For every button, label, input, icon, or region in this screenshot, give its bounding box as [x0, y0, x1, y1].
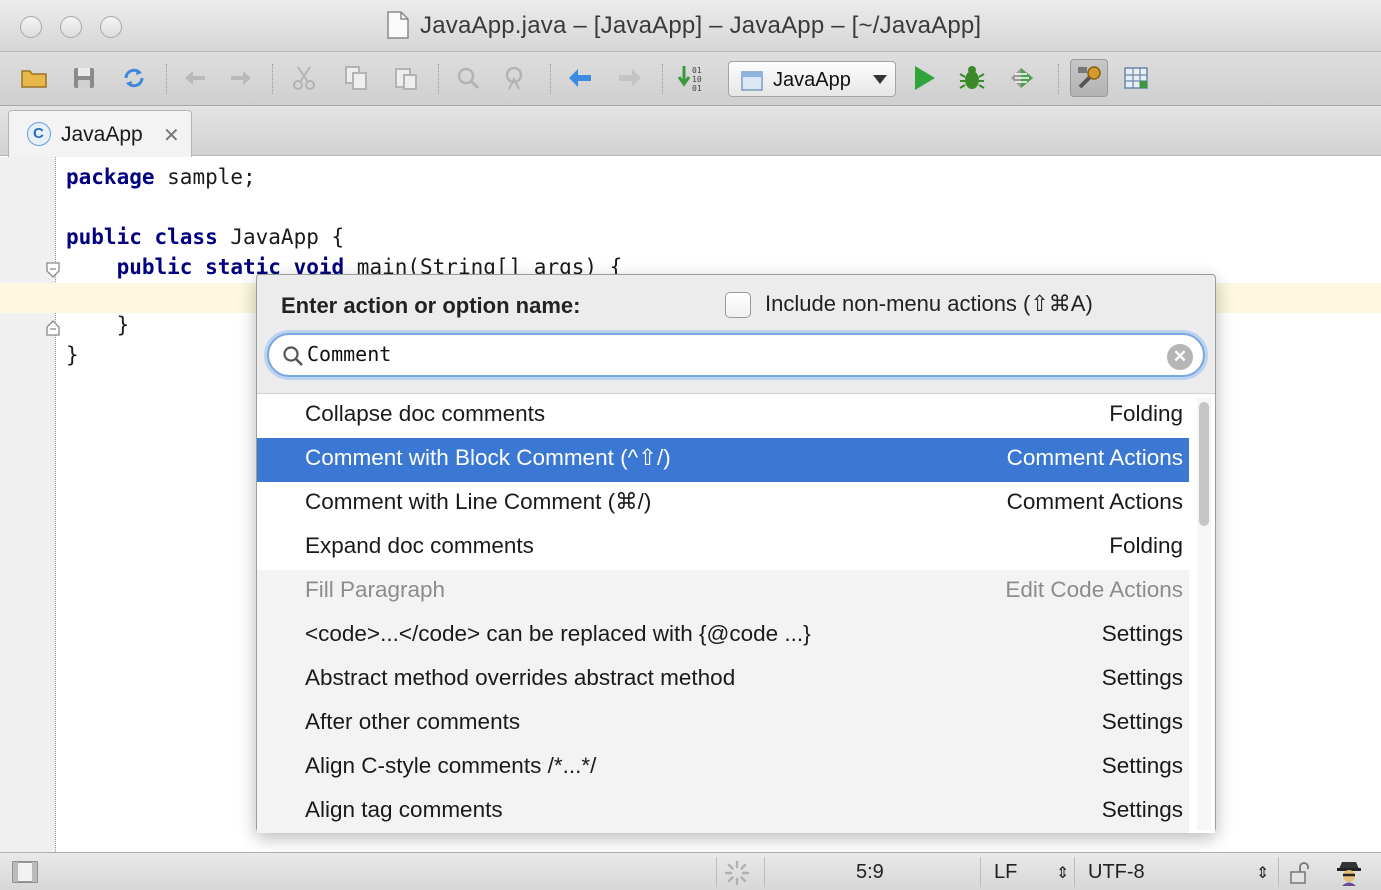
toolbar-separator	[438, 64, 439, 94]
code-line: }	[116, 313, 130, 337]
redo-icon[interactable]	[224, 62, 256, 94]
include-non-menu-checkbox[interactable]	[725, 292, 751, 318]
search-input[interactable]	[307, 342, 1147, 366]
save-icon[interactable]	[68, 62, 100, 94]
include-non-menu-label[interactable]: Include non-menu actions (⇧⌘A)	[765, 291, 1093, 317]
toolbar-separator	[272, 64, 273, 94]
coverage-icon[interactable]	[1006, 62, 1038, 94]
unlock-icon[interactable]	[1288, 861, 1310, 885]
window-title: JavaApp.java – [JavaApp] – JavaApp – [~/…	[420, 12, 982, 39]
background-tasks-icon[interactable]	[724, 860, 750, 886]
fold-marker-icon[interactable]	[44, 319, 62, 337]
status-bar: 5:9 LF ⇕ UTF-8 ⇕	[0, 852, 1381, 890]
run-configuration-label: JavaApp	[773, 69, 851, 91]
project-structure-icon[interactable]	[1120, 62, 1152, 94]
list-item[interactable]: Comment with Line Comment (⌘/) Comment A…	[257, 482, 1189, 526]
chevron-down-icon	[873, 75, 887, 84]
toolbar-separator	[550, 64, 551, 94]
caret-position[interactable]: 5:9	[856, 861, 884, 884]
minimize-window-button[interactable]	[60, 16, 82, 38]
search-icon	[283, 346, 303, 366]
find-action-popup: Enter action or option name: Include non…	[256, 274, 1216, 833]
svg-text:10: 10	[692, 75, 702, 84]
code-line: }	[66, 343, 79, 367]
zoom-window-button[interactable]	[100, 16, 122, 38]
tab-label: JavaApp	[61, 123, 143, 146]
inspector-icon[interactable]	[1334, 857, 1364, 887]
file-icon	[387, 11, 409, 39]
statusbar-separator	[980, 857, 981, 887]
toolbar-separator	[1058, 64, 1059, 94]
svg-text:01: 01	[692, 84, 702, 92]
statusbar-separator	[1074, 857, 1075, 887]
statusbar-separator	[716, 857, 717, 887]
line-separator-selector[interactable]: LF	[994, 861, 1017, 884]
application-icon	[741, 71, 763, 91]
settings-icon[interactable]	[1070, 59, 1108, 97]
prompt-label: Enter action or option name:	[281, 293, 581, 318]
cut-icon[interactable]	[288, 62, 320, 94]
copy-icon[interactable]	[340, 62, 372, 94]
close-window-button[interactable]	[20, 16, 42, 38]
results-scrollbar-thumb[interactable]	[1199, 402, 1209, 526]
list-item[interactable]: After other comments Settings	[257, 702, 1189, 746]
svg-text:01: 01	[692, 66, 702, 75]
debug-icon[interactable]	[956, 62, 988, 94]
make-project-icon[interactable]: 01 10 01	[676, 62, 708, 94]
run-configuration-dropdown[interactable]: JavaApp	[728, 61, 896, 97]
replace-icon[interactable]	[500, 62, 532, 94]
undo-icon[interactable]	[180, 62, 212, 94]
find-icon[interactable]	[452, 62, 484, 94]
list-item[interactable]: Collapse doc comments Folding	[257, 394, 1189, 438]
statusbar-separator	[1278, 857, 1279, 887]
back-icon[interactable]	[564, 62, 596, 94]
list-item[interactable]: Align C-style comments /*...*/ Settings	[257, 746, 1189, 790]
open-folder-icon[interactable]	[18, 62, 50, 94]
list-item[interactable]: Expand doc comments Folding	[257, 526, 1189, 570]
class-icon: C	[27, 122, 51, 146]
fold-marker-icon[interactable]	[44, 261, 62, 279]
encoding-stepper-icon[interactable]: ⇕	[1256, 863, 1269, 883]
sync-icon[interactable]	[118, 62, 150, 94]
code-line: package sample;	[66, 165, 256, 189]
clear-search-icon[interactable]: ✕	[1167, 344, 1193, 370]
window-titlebar: JavaApp.java – [JavaApp] – JavaApp – [~/…	[0, 0, 1381, 52]
forward-icon[interactable]	[614, 62, 646, 94]
tool-windows-icon[interactable]	[12, 861, 38, 883]
close-tab-icon[interactable]: ✕	[163, 123, 180, 148]
statusbar-separator	[764, 857, 765, 887]
list-item[interactable]: Abstract method overrides abstract metho…	[257, 658, 1189, 702]
list-item[interactable]: <code>...</code> can be replaced with {@…	[257, 614, 1189, 658]
editor-tab-bar: C JavaApp ✕	[0, 106, 1381, 157]
line-separator-stepper-icon[interactable]: ⇕	[1056, 863, 1069, 883]
code-line: public class JavaApp {	[66, 225, 345, 249]
toolbar-separator	[662, 64, 663, 94]
main-toolbar: 01 10 01 JavaApp	[0, 52, 1381, 106]
tab-javaapp[interactable]: C JavaApp ✕	[8, 110, 192, 157]
list-item[interactable]: Align tag comments Settings	[257, 790, 1189, 833]
run-icon[interactable]	[908, 62, 940, 94]
results-list: Collapse doc comments Folding Comment wi…	[257, 393, 1215, 833]
list-item-disabled[interactable]: Fill Paragraph Edit Code Actions	[257, 570, 1189, 614]
toolbar-separator	[166, 64, 167, 94]
list-item-selected[interactable]: Comment with Block Comment (^⇧/) Comment…	[257, 438, 1189, 482]
paste-icon[interactable]	[390, 62, 422, 94]
search-field[interactable]: ✕	[267, 333, 1205, 377]
encoding-selector[interactable]: UTF-8	[1088, 861, 1145, 884]
